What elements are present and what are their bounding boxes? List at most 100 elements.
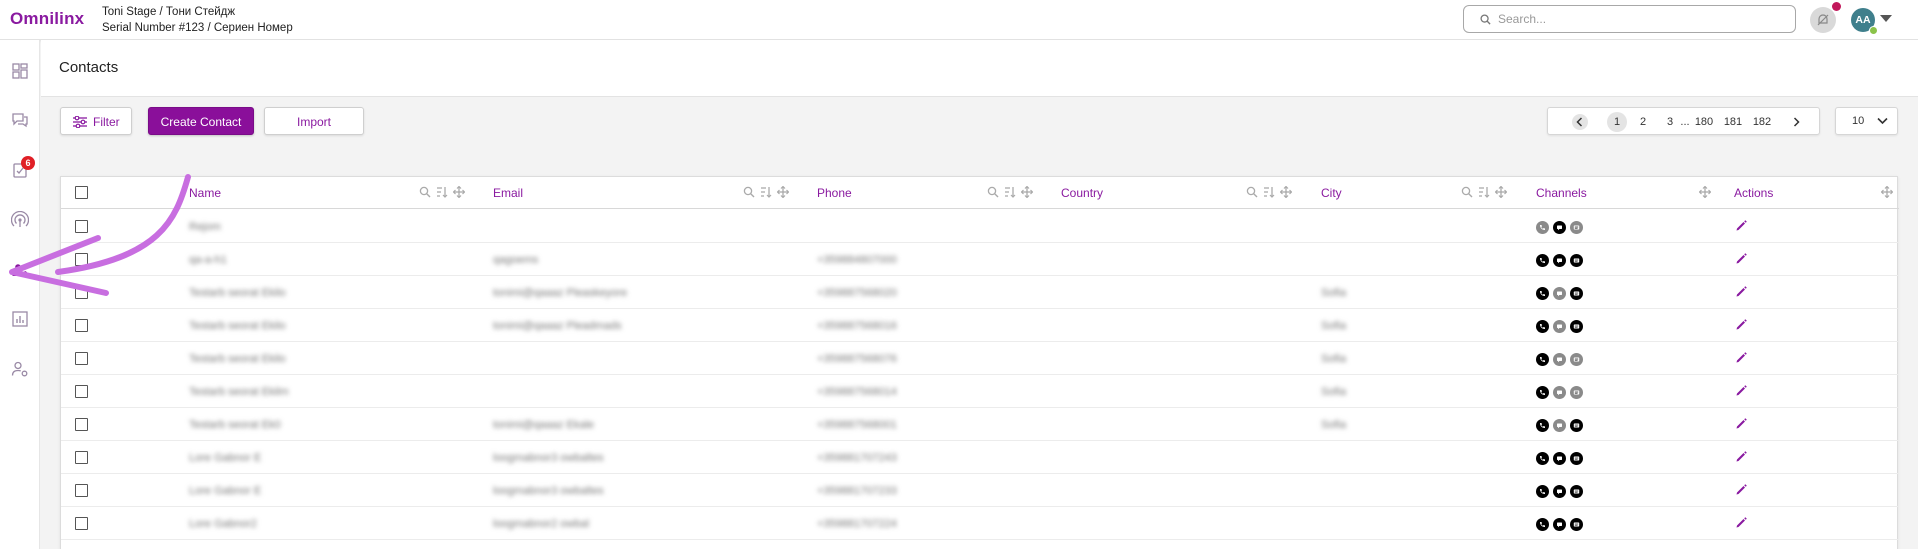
cell-name: qa-a-h1 bbox=[189, 254, 227, 266]
move-icon[interactable] bbox=[1881, 186, 1893, 198]
row-checkbox[interactable] bbox=[75, 319, 88, 332]
page-1[interactable]: 1 bbox=[1607, 112, 1627, 132]
move-icon[interactable] bbox=[1280, 186, 1292, 198]
edit-icon[interactable] bbox=[1735, 483, 1748, 501]
table-row[interactable]: Rejom bbox=[61, 210, 1899, 243]
row-checkbox[interactable] bbox=[75, 418, 88, 431]
search-icon[interactable] bbox=[987, 186, 999, 198]
search-icon[interactable] bbox=[1246, 186, 1258, 198]
chat-channel-icon bbox=[1570, 221, 1583, 234]
cell-email: tonimi@qaaaz Pleaskeyore bbox=[493, 287, 628, 299]
cell-name: Testarb seorat Ekilo bbox=[189, 353, 286, 365]
edit-icon[interactable] bbox=[1735, 450, 1748, 468]
cell-phone: +359887568001 bbox=[817, 419, 897, 431]
sidebar-item-user-settings[interactable] bbox=[11, 360, 29, 378]
channels-cell bbox=[1536, 254, 1583, 267]
table-row[interactable]: Lore Gabnor2 loogmabnor2 owbal +3598817072… bbox=[61, 507, 1899, 540]
row-checkbox[interactable] bbox=[75, 517, 88, 530]
select-all-checkbox[interactable] bbox=[75, 186, 88, 199]
page-3[interactable]: 3 bbox=[1663, 114, 1677, 130]
sort-icon[interactable] bbox=[436, 186, 448, 198]
cell-name: Testarb seorat Ekilo bbox=[189, 320, 286, 332]
cell-email: loogmabnor2 owbal bbox=[493, 518, 590, 530]
move-icon[interactable] bbox=[777, 186, 789, 198]
import-button[interactable]: Import bbox=[264, 107, 364, 135]
actions-column-tools bbox=[1881, 186, 1893, 198]
dashboard-icon bbox=[12, 63, 28, 79]
row-checkbox[interactable] bbox=[75, 385, 88, 398]
sidebar-item-dashboard[interactable] bbox=[11, 62, 29, 80]
edit-icon[interactable] bbox=[1735, 516, 1748, 534]
edit-icon[interactable] bbox=[1735, 351, 1748, 369]
search-icon[interactable] bbox=[419, 186, 431, 198]
column-header-country[interactable]: Country bbox=[1061, 186, 1103, 200]
phone-channel-icon bbox=[1536, 386, 1549, 399]
row-checkbox[interactable] bbox=[75, 220, 88, 233]
notifications-button[interactable] bbox=[1810, 2, 1841, 33]
row-checkbox[interactable] bbox=[75, 253, 88, 266]
caret-down-icon[interactable] bbox=[1880, 15, 1892, 22]
row-checkbox[interactable] bbox=[75, 352, 88, 365]
edit-icon[interactable] bbox=[1735, 219, 1748, 237]
move-icon[interactable] bbox=[1699, 186, 1711, 198]
row-checkbox[interactable] bbox=[75, 484, 88, 497]
page-2[interactable]: 2 bbox=[1636, 114, 1650, 130]
column-header-channels[interactable]: Channels bbox=[1536, 186, 1587, 200]
page-size-select[interactable]: 10 bbox=[1835, 107, 1898, 135]
row-checkbox[interactable] bbox=[75, 451, 88, 464]
move-icon[interactable] bbox=[453, 186, 465, 198]
edit-icon[interactable] bbox=[1735, 417, 1748, 435]
sidebar-item-conversations[interactable] bbox=[11, 111, 29, 129]
search-icon[interactable] bbox=[743, 186, 755, 198]
channels-cell bbox=[1536, 419, 1583, 432]
sms-channel-icon bbox=[1553, 353, 1566, 366]
edit-icon[interactable] bbox=[1735, 384, 1748, 402]
search-input[interactable] bbox=[1498, 10, 1778, 28]
sort-icon[interactable] bbox=[1478, 186, 1490, 198]
table-row[interactable]: Testarb seorat Ek0 tonimi@qaaaz Ekale +359… bbox=[61, 408, 1899, 441]
cell-name: Testarb seorat Ek0 bbox=[189, 419, 281, 431]
sidebar-item-contacts[interactable] bbox=[11, 261, 29, 279]
row-checkbox[interactable] bbox=[75, 286, 88, 299]
edit-icon[interactable] bbox=[1735, 318, 1748, 336]
table-row[interactable]: Testarb seorat Ekilo tonimi@qaaaz Pleadma… bbox=[61, 309, 1899, 342]
filter-button[interactable]: Filter bbox=[60, 107, 132, 135]
previous-page-button[interactable] bbox=[1572, 114, 1588, 130]
sidebar-item-tasks[interactable]: 6 bbox=[11, 156, 35, 179]
table-row[interactable]: Lore Gabnor E loogmabnor3 owbaltes +359881… bbox=[61, 474, 1899, 507]
column-header-name[interactable]: Name bbox=[189, 186, 221, 200]
table-row[interactable]: Testarb seorat Ekilo tonimi@qaaaz Pleaske… bbox=[61, 276, 1899, 309]
table-row[interactable]: Lore Gabnor E loogmabnor3 owbaltes +359881… bbox=[61, 441, 1899, 474]
edit-icon[interactable] bbox=[1735, 285, 1748, 303]
sort-icon[interactable] bbox=[1004, 186, 1016, 198]
table-row[interactable]: Testarb seorat Ekilo +359887568076 Sofia bbox=[61, 342, 1899, 375]
email-column-tools bbox=[743, 186, 789, 198]
column-header-actions[interactable]: Actions bbox=[1734, 186, 1773, 200]
channels-cell bbox=[1536, 353, 1583, 366]
user-avatar[interactable]: AA bbox=[1851, 8, 1878, 35]
chevron-left-icon bbox=[1576, 117, 1583, 127]
move-icon[interactable] bbox=[1495, 186, 1507, 198]
search-icon[interactable] bbox=[1461, 186, 1473, 198]
column-header-phone[interactable]: Phone bbox=[817, 186, 852, 200]
sidebar-item-broadcast[interactable] bbox=[10, 210, 30, 229]
phone-channel-icon bbox=[1536, 287, 1549, 300]
page-180[interactable]: 180 bbox=[1693, 114, 1715, 130]
column-header-city[interactable]: City bbox=[1321, 186, 1342, 200]
search-box[interactable] bbox=[1463, 5, 1796, 33]
next-page-button[interactable] bbox=[1788, 114, 1804, 130]
page-182[interactable]: 182 bbox=[1751, 114, 1773, 130]
sidebar-item-reports[interactable] bbox=[11, 310, 29, 328]
sort-icon[interactable] bbox=[760, 186, 772, 198]
move-icon[interactable] bbox=[1021, 186, 1033, 198]
table-row[interactable]: Testarb seorat Ekilm +359887568014 Sofia bbox=[61, 375, 1899, 408]
create-contact-button[interactable]: Create Contact bbox=[148, 107, 254, 135]
app-logo[interactable]: Omnilinx bbox=[10, 9, 84, 29]
edit-icon[interactable] bbox=[1735, 252, 1748, 270]
cell-email: loogmabnor3 owbaltes bbox=[493, 485, 604, 497]
table-row[interactable]: qa-a-h1 qagoems +359884807000 bbox=[61, 243, 1899, 276]
column-header-email[interactable]: Email bbox=[493, 186, 523, 200]
sort-icon[interactable] bbox=[1263, 186, 1275, 198]
cell-name: Rejom bbox=[189, 221, 221, 233]
page-181[interactable]: 181 bbox=[1722, 114, 1744, 130]
